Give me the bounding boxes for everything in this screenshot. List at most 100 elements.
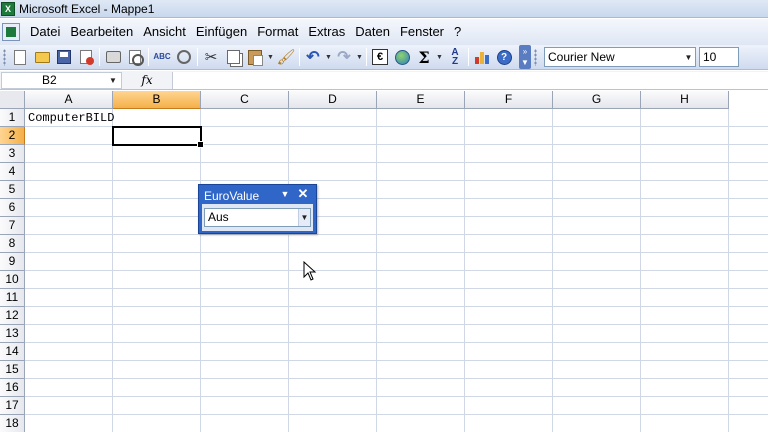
cell-a1[interactable]: ComputerBILD	[28, 111, 114, 125]
toolbar-options-icon[interactable]: ▼	[279, 188, 291, 200]
menu-einfuegen[interactable]: Einfügen	[194, 19, 255, 45]
menu-datei[interactable]: Datei	[28, 19, 68, 45]
font-size-select[interactable]: 10	[699, 47, 739, 67]
permission-icon	[80, 50, 94, 65]
row-header-8[interactable]: 8	[0, 235, 25, 253]
font-size-value: 10	[703, 50, 717, 64]
row-header-9[interactable]: 9	[0, 253, 25, 271]
insert-function-icon[interactable]: fx	[122, 72, 172, 89]
redo-button[interactable]: ↷	[333, 46, 355, 68]
spelling-icon: ABC	[153, 52, 171, 61]
chart-wizard-button[interactable]	[471, 46, 493, 68]
menu-extras[interactable]: Extras	[306, 19, 353, 45]
row-header-18[interactable]: 18	[0, 415, 25, 432]
name-box-value: B2	[42, 72, 57, 87]
row-header-7[interactable]: 7	[0, 217, 25, 235]
eurovalue-selected: Aus	[208, 210, 229, 224]
eurovalue-body: Aus ▼	[202, 204, 313, 231]
toolbar-options-chevron[interactable]: » ▼	[519, 45, 531, 69]
row-header-17[interactable]: 17	[0, 397, 25, 415]
save-button[interactable]	[53, 46, 75, 68]
row-header-4[interactable]: 4	[0, 163, 25, 181]
spelling-button[interactable]: ABC	[151, 46, 173, 68]
eurovalue-select[interactable]: Aus ▼	[204, 208, 311, 227]
hyperlink-button[interactable]	[391, 46, 413, 68]
autosum-icon: Σ	[418, 47, 430, 67]
formula-input[interactable]	[172, 71, 768, 89]
column-header-h[interactable]: H	[641, 91, 729, 109]
name-box[interactable]: B2 ▼	[1, 71, 122, 89]
eurovalue-toolbar[interactable]: EuroValue ▼ ✕ Aus ▼	[198, 184, 317, 234]
column-header-a[interactable]: A	[25, 91, 113, 109]
autosum-button[interactable]: Σ	[413, 46, 435, 68]
window-title: Microsoft Excel - Mappe1	[19, 1, 155, 16]
redo-icon: ↷	[337, 49, 351, 66]
chevron-down-icon[interactable]: ▼	[105, 73, 121, 88]
chart-wizard-icon	[474, 50, 490, 64]
select-all-corner[interactable]	[0, 91, 25, 109]
open-button[interactable]	[31, 46, 53, 68]
row-header-15[interactable]: 15	[0, 361, 25, 379]
chevron-down-icon[interactable]: ▼	[298, 209, 310, 226]
menu-ansicht[interactable]: Ansicht	[141, 19, 194, 45]
row-header-3[interactable]: 3	[0, 145, 25, 163]
menu-format[interactable]: Format	[255, 19, 306, 45]
column-header-e[interactable]: E	[377, 91, 465, 109]
undo-button[interactable]: ↶	[302, 46, 324, 68]
column-header-c[interactable]: C	[201, 91, 289, 109]
new-button[interactable]	[9, 46, 31, 68]
row-header-1[interactable]: 1	[0, 109, 25, 127]
row-header-11[interactable]: 11	[0, 289, 25, 307]
euro-conversion-button[interactable]: €	[369, 46, 391, 68]
print-preview-button[interactable]	[124, 46, 146, 68]
toolbar-separator	[197, 48, 198, 66]
research-button[interactable]	[173, 46, 195, 68]
row-header-6[interactable]: 6	[0, 199, 25, 217]
row-header-12[interactable]: 12	[0, 307, 25, 325]
sort-ascending-icon: AZ	[451, 48, 458, 67]
new-icon	[14, 49, 26, 65]
menu-bearbeiten[interactable]: Bearbeiten	[68, 19, 141, 45]
copy-icon	[226, 50, 240, 64]
column-header-b[interactable]: B	[113, 91, 201, 109]
column-header-d[interactable]: D	[289, 91, 377, 109]
menu-fenster[interactable]: Fenster	[398, 19, 452, 45]
workbook-icon[interactable]	[2, 23, 20, 41]
toolbar-grip[interactable]	[3, 48, 6, 66]
row-header-14[interactable]: 14	[0, 343, 25, 361]
print-button[interactable]	[102, 46, 124, 68]
format-painter-button[interactable]: 🖌	[275, 46, 297, 68]
research-icon	[177, 50, 191, 64]
row-header-13[interactable]: 13	[0, 325, 25, 343]
row-header-10[interactable]: 10	[0, 271, 25, 289]
sort-ascending-button[interactable]: AZ	[444, 46, 466, 68]
cut-button[interactable]: ✂	[200, 46, 222, 68]
paste-dropdown[interactable]: ▼	[266, 46, 275, 68]
copy-button[interactable]	[222, 46, 244, 68]
chevron-down-icon[interactable]: ▼	[682, 48, 695, 66]
column-header-g[interactable]: G	[553, 91, 641, 109]
excel-app-icon[interactable]: X	[1, 1, 15, 16]
permission-button[interactable]	[75, 46, 97, 68]
row-header-2[interactable]: 2	[0, 127, 25, 145]
font-name-select[interactable]: Courier New ▼	[544, 47, 696, 67]
toolbar-separator	[366, 48, 367, 66]
menu-daten[interactable]: Daten	[353, 19, 398, 45]
help-icon: ?	[496, 49, 512, 65]
column-header-f[interactable]: F	[465, 91, 553, 109]
redo-dropdown[interactable]: ▼	[355, 46, 364, 68]
row-header-16[interactable]: 16	[0, 379, 25, 397]
undo-dropdown[interactable]: ▼	[324, 46, 333, 68]
autosum-dropdown[interactable]: ▼	[435, 46, 444, 68]
paste-button[interactable]	[244, 46, 266, 68]
row-header-5[interactable]: 5	[0, 181, 25, 199]
paste-icon	[248, 49, 263, 66]
formatting-toolbar-grip[interactable]	[534, 48, 537, 66]
help-button[interactable]: ?	[493, 46, 515, 68]
menu-help[interactable]: ?	[452, 19, 469, 45]
print-icon	[105, 51, 121, 63]
active-cell-b2[interactable]	[112, 126, 204, 148]
euro-conversion-icon: €	[372, 49, 388, 65]
cell-area[interactable]	[25, 109, 768, 432]
close-icon[interactable]: ✕	[296, 187, 310, 201]
